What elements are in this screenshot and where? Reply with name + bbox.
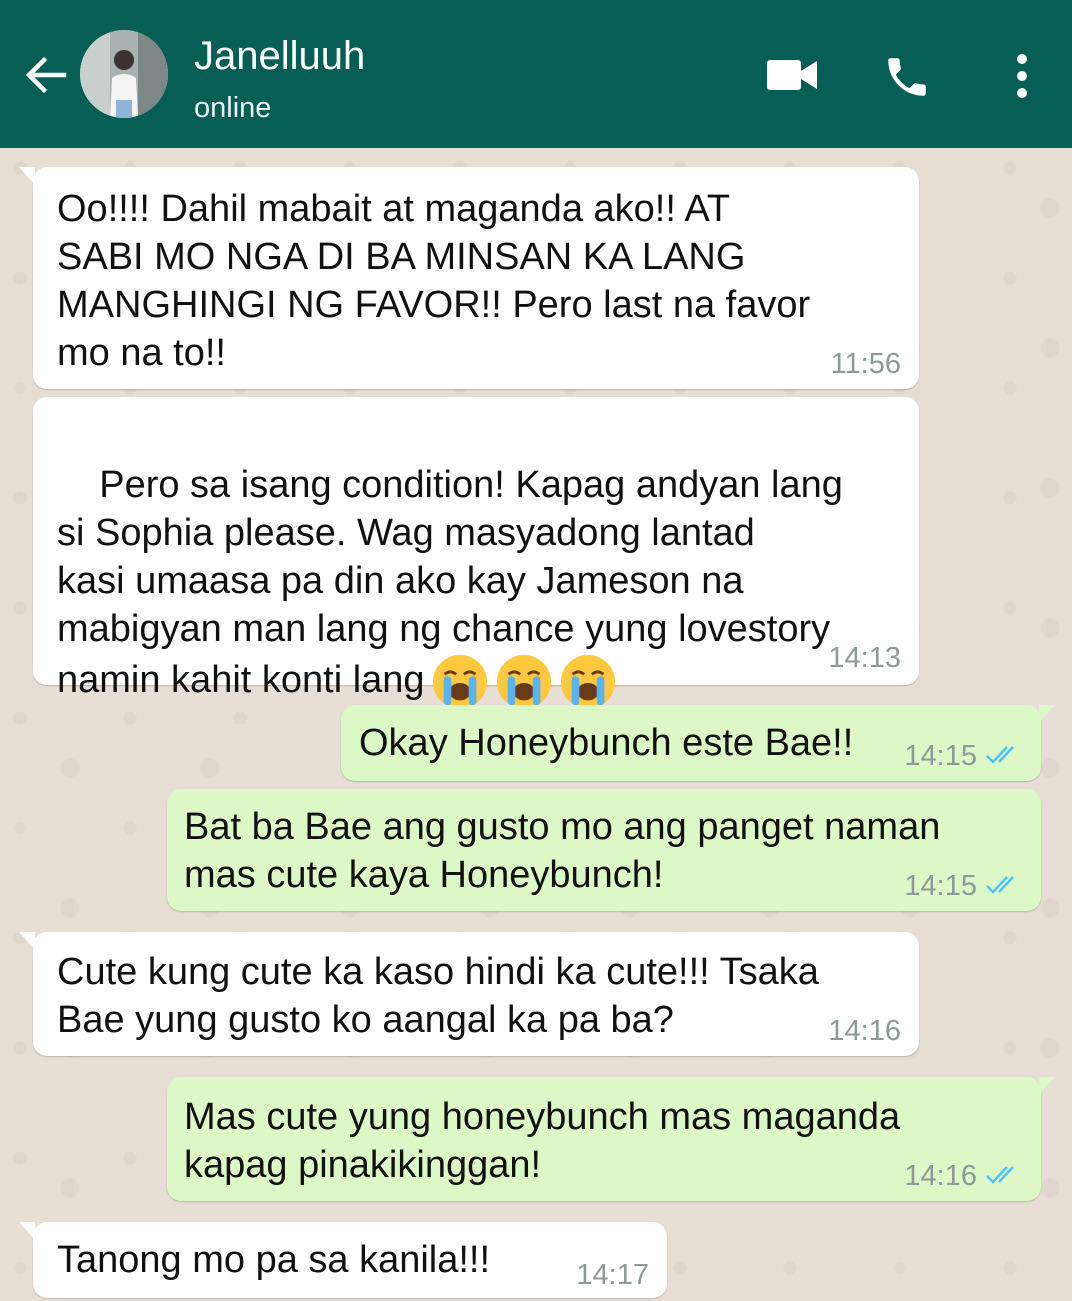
read-receipt-icon — [986, 1166, 1014, 1184]
crying-emoji-group — [425, 654, 617, 710]
loudly-crying-face-icon — [432, 654, 487, 710]
outgoing-message[interactable]: Mas cute yung honeybunch mas maganda kap… — [167, 1077, 1055, 1201]
message-text: Bat ba Bae ang gusto mo ang panget naman… — [184, 806, 941, 896]
message-time: 14:17 — [576, 1259, 649, 1291]
message-time: 14:15 — [904, 740, 977, 772]
message-text: Tanong mo pa sa kanila!!! — [57, 1239, 491, 1281]
incoming-message[interactable]: Cute kung cute ka kaso hindi ka cute!!! … — [19, 932, 919, 1056]
incoming-message[interactable]: Tanong mo pa sa kanila!!! 14:17 — [19, 1222, 667, 1298]
message-text: Okay Honeybunch este Bae!! — [359, 722, 854, 764]
chat-header: Janelluuh online — [0, 0, 1072, 148]
contact-avatar[interactable] — [80, 30, 168, 118]
incoming-message[interactable]: Oo!!!! Dahil mabait at maganda ako!! AT … — [19, 167, 919, 389]
message-text: Oo!!!! Dahil mabait at maganda ako!! AT … — [57, 188, 811, 374]
message-text: Mas cute yung honeybunch mas maganda kap… — [184, 1096, 901, 1186]
outgoing-message[interactable]: Bat ba Bae ang gusto mo ang panget naman… — [167, 789, 1041, 911]
back-arrow-icon[interactable] — [22, 52, 68, 98]
message-time: 14:16 — [828, 1015, 901, 1047]
read-receipt-icon — [986, 746, 1014, 764]
loudly-crying-face-icon — [496, 654, 551, 710]
message-time: 14:16 — [904, 1160, 977, 1192]
video-call-icon[interactable] — [767, 56, 819, 94]
more-options-icon[interactable] — [1010, 52, 1034, 100]
loudly-crying-face-icon — [560, 654, 615, 710]
incoming-message[interactable]: Pero sa isang condition! Kapag andyan la… — [33, 397, 919, 710]
read-receipt-icon — [986, 876, 1014, 894]
message-time: 14:13 — [828, 642, 901, 674]
voice-call-icon[interactable] — [882, 52, 932, 102]
outgoing-message[interactable]: Okay Honeybunch este Bae!! 14:15 — [341, 705, 1055, 781]
message-time: 14:15 — [904, 870, 977, 902]
contact-status: online — [194, 92, 272, 124]
contact-name[interactable]: Janelluuh — [194, 34, 365, 79]
message-text: Cute kung cute ka kaso hindi ka cute!!! … — [57, 951, 819, 1041]
message-time: 11:56 — [830, 348, 901, 380]
